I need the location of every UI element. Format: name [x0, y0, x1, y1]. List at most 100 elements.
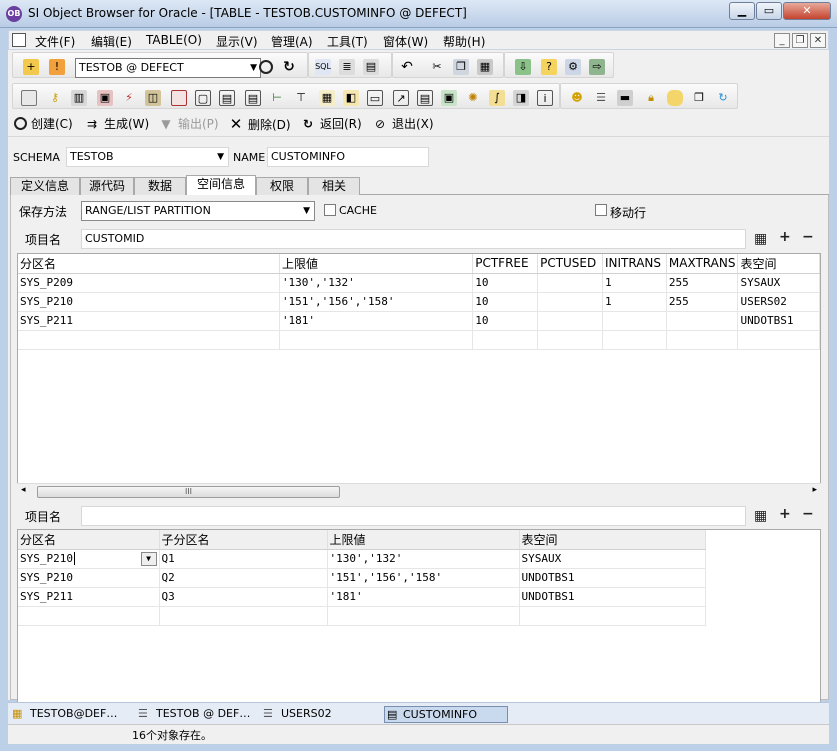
key-icon[interactable]: ⚷	[47, 90, 63, 106]
table-row[interactable]: SYS_P210 '151','156','158' 10 1 255 USER…	[18, 292, 820, 312]
col-upper-bound[interactable]: 上限値	[327, 530, 520, 550]
add-icon[interactable]: +	[779, 229, 791, 245]
job-icon[interactable]: ▣	[441, 90, 457, 106]
tab-definition[interactable]: 定义信息	[10, 177, 80, 195]
cell-upper-bound[interactable]: '151','156','158'	[279, 292, 474, 312]
generate-action[interactable]: ⇉ 生成(W)	[84, 115, 149, 132]
name-field[interactable]: CUSTOMINFO	[267, 147, 429, 167]
cell-upper-bound[interactable]	[327, 606, 520, 626]
close-button[interactable]: ✕	[783, 2, 831, 20]
menu-manage[interactable]: 管理(A)	[271, 33, 313, 50]
partition-item-field[interactable]: CUSTOMID	[81, 229, 746, 249]
package-icon[interactable]: ◫	[145, 90, 161, 106]
cell-tablespace[interactable]: UNDOTBS1	[519, 587, 706, 607]
cell-pctused[interactable]	[537, 330, 603, 350]
dimension-icon[interactable]: ◨	[513, 90, 529, 106]
delete-action[interactable]: ✕ 删除(D)	[228, 115, 291, 133]
cell-tablespace[interactable]: UNDOTBS1	[737, 311, 820, 331]
mdi-minimize-button[interactable]: _	[774, 33, 790, 48]
disconnect-icon[interactable]: !	[49, 59, 65, 75]
copy-objects-icon[interactable]: ❐	[691, 90, 707, 106]
table-row[interactable]: SYS_P209 '130','132' 10 1 255 SYSAUX	[18, 273, 820, 293]
mdi-close-button[interactable]: ✕	[810, 33, 826, 48]
grid-icon[interactable]: ▦	[754, 508, 767, 524]
tab-source[interactable]: 源代码	[80, 177, 134, 195]
cell-maxtrans[interactable]: 255	[666, 273, 739, 293]
cut-icon[interactable]: ✂	[429, 59, 445, 75]
cell-subpartition-name[interactable]: Q2	[159, 568, 328, 588]
cell-pctfree[interactable]: 10	[472, 311, 539, 331]
paste-icon[interactable]: ▦	[477, 59, 493, 75]
cell-initrans[interactable]	[602, 330, 667, 350]
col-pctfree[interactable]: PCTFREE	[472, 254, 539, 274]
task-custominfo[interactable]: ▤ CUSTOMINFO	[384, 706, 508, 723]
copy-icon[interactable]: ❐	[453, 59, 469, 75]
col-tablespace[interactable]: 表空间	[737, 254, 820, 274]
database-icon[interactable]: ☰	[593, 90, 609, 106]
menu-edit[interactable]: 编辑(E)	[91, 33, 132, 50]
cell-partition-name[interactable]: SYS_P209	[18, 273, 280, 293]
grid-icon[interactable]: ▦	[754, 231, 767, 247]
storage-method-select[interactable]: RANGE/LIST PARTITION ▼	[81, 201, 315, 221]
connection-select[interactable]: TESTOB @ DEFECT ▼	[75, 58, 261, 78]
cell-partition-name[interactable]	[18, 330, 280, 350]
scroll-right-icon[interactable]: ▸	[812, 485, 817, 495]
cell-pctfree[interactable]: 10	[472, 292, 539, 312]
table-row[interactable]	[18, 330, 820, 350]
trigger-icon[interactable]: ⚡	[121, 90, 137, 106]
partition-grid-hscrollbar[interactable]: ◂ III ▸	[17, 483, 821, 499]
table-row[interactable]	[18, 606, 706, 626]
add-icon[interactable]: +	[779, 506, 791, 522]
cell-pctused[interactable]	[537, 273, 603, 293]
tab-data[interactable]: 数据	[134, 177, 186, 195]
server-icon[interactable]: ▬	[617, 90, 633, 106]
move-row-checkbox[interactable]	[595, 204, 607, 216]
col-maxtrans[interactable]: MAXTRANS	[666, 254, 739, 274]
cell-pctused[interactable]	[537, 292, 603, 312]
cell-subpartition-name[interactable]: Q1	[159, 549, 328, 569]
cell-maxtrans[interactable]	[666, 311, 739, 331]
new-connection-icon[interactable]: +	[23, 59, 39, 75]
cell-subpartition-name[interactable]: Q3	[159, 587, 328, 607]
info-icon[interactable]: i	[537, 90, 553, 106]
export-icon[interactable]: ⇨	[589, 59, 605, 75]
library-icon[interactable]: ◧	[343, 90, 359, 106]
menu-view[interactable]: 显示(V)	[216, 33, 258, 50]
index-icon[interactable]: ▥	[71, 90, 87, 106]
col-subpartition-name[interactable]: 子分区名	[159, 530, 328, 550]
function-icon[interactable]	[171, 90, 187, 106]
cell-upper-bound[interactable]: '181'	[279, 311, 474, 331]
query-icon[interactable]: ≣	[339, 59, 355, 75]
tree-icon[interactable]: ⊢	[269, 90, 285, 106]
cell-upper-bound[interactable]: '181'	[327, 587, 520, 607]
cell-tablespace[interactable]: UNDOTBS1	[519, 568, 706, 588]
java-icon[interactable]: ∫	[489, 90, 505, 106]
cell-upper-bound[interactable]: '130','132'	[279, 273, 474, 293]
tab-storage[interactable]: 空间信息	[186, 175, 256, 196]
cell-tablespace[interactable]: USERS02	[737, 292, 820, 312]
col-partition-name[interactable]: 分区名	[18, 530, 160, 550]
menu-tools[interactable]: 工具(T)	[327, 33, 368, 50]
schema-select[interactable]: TESTOB ▼	[66, 147, 229, 167]
menu-file[interactable]: 文件(F)	[35, 33, 75, 50]
schedule-icon[interactable]: ✺	[465, 90, 481, 106]
table-row[interactable]: SYS_P211 '181' 10 UNDOTBS1	[18, 311, 820, 331]
cell-partition-name[interactable]	[18, 606, 160, 626]
help-icon[interactable]: ?	[541, 59, 557, 75]
menu-help[interactable]: 帮助(H)	[443, 33, 485, 50]
create-action[interactable]: 创建(C)	[14, 115, 73, 132]
import-icon[interactable]: ⇩	[515, 59, 531, 75]
report-icon[interactable]: ▤	[363, 59, 379, 75]
task-object-list[interactable]: ☰ TESTOB @ DEF…	[138, 706, 258, 723]
task-tablespace[interactable]: ☰ USERS02	[263, 706, 383, 723]
col-tablespace[interactable]: 表空间	[519, 530, 706, 550]
storage-icon[interactable]	[667, 90, 683, 106]
cell-maxtrans[interactable]	[666, 330, 739, 350]
col-pctused[interactable]: PCTUSED	[537, 254, 603, 274]
sequence-icon[interactable]: ▤	[219, 90, 235, 106]
type-icon[interactable]: ▦	[319, 90, 335, 106]
tab-related[interactable]: 相关	[308, 177, 360, 195]
cell-tablespace[interactable]	[519, 606, 706, 626]
cell-partition-name[interactable]: SYS_P210	[18, 292, 280, 312]
directory-icon[interactable]: ▤	[417, 90, 433, 106]
